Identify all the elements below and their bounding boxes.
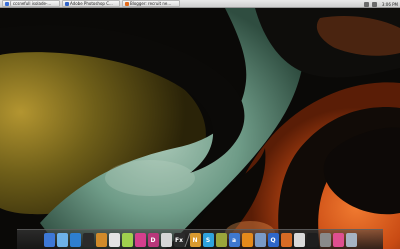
photoshop-task-icon [65, 1, 69, 6]
flash-icon[interactable]: Fx [173, 233, 185, 247]
desktop: [ ccsnefull isolade-... Adobe Photoshop … [0, 0, 400, 249]
blogger-icon [125, 1, 129, 6]
firefox-icon[interactable] [280, 233, 292, 247]
document-icon[interactable] [108, 233, 120, 247]
quicktime-icon[interactable]: Q [267, 233, 279, 247]
notes-icon[interactable]: N [189, 233, 201, 247]
mail-icon[interactable] [56, 233, 68, 247]
network-icon[interactable] [363, 1, 369, 7]
browser-icon [5, 1, 9, 6]
taskbar-item-1[interactable]: [ ccsnefull isolade-... [2, 0, 60, 7]
clock[interactable]: 3:06 PM [382, 2, 398, 7]
downloads-icon[interactable] [293, 233, 305, 247]
top-panel: [ ccsnefull isolade-... Adobe Photoshop … [0, 0, 400, 8]
taskbar-item-label: Adobe Photoshop C... [70, 1, 113, 6]
robot-icon[interactable] [95, 233, 107, 247]
illustrator-icon[interactable] [160, 233, 172, 247]
trash-icon[interactable] [345, 233, 357, 247]
taskbar-item-label: Blogger: recruit ne... [130, 1, 172, 6]
terminal-icon[interactable] [306, 233, 318, 247]
pink-app-icon[interactable] [332, 233, 344, 247]
chat-icon[interactable] [69, 233, 81, 247]
wallpaper [0, 8, 400, 249]
system-icon[interactable] [319, 233, 331, 247]
taskbar-item-label: [ ccsnefull isolade-... [10, 1, 52, 6]
finder-icon[interactable] [43, 233, 55, 247]
taskbar-item-2[interactable]: Adobe Photoshop C... [62, 0, 120, 7]
photoshop-icon[interactable] [134, 233, 146, 247]
mirror-icon[interactable] [254, 233, 266, 247]
media-player-icon[interactable] [82, 233, 94, 247]
vlc-icon[interactable] [241, 233, 253, 247]
system-tray: 3:06 PM [363, 1, 398, 7]
taskbar-item-3[interactable]: Blogger: recruit ne... [122, 0, 180, 7]
appstore-icon[interactable]: a [228, 233, 240, 247]
volume-icon[interactable] [371, 1, 377, 7]
dock: D Fx N Sa Q [17, 229, 383, 249]
stats-icon[interactable] [215, 233, 227, 247]
skype-icon[interactable]: S [202, 233, 214, 247]
indesign-icon[interactable]: D [147, 233, 159, 247]
app-icon[interactable] [121, 233, 133, 247]
